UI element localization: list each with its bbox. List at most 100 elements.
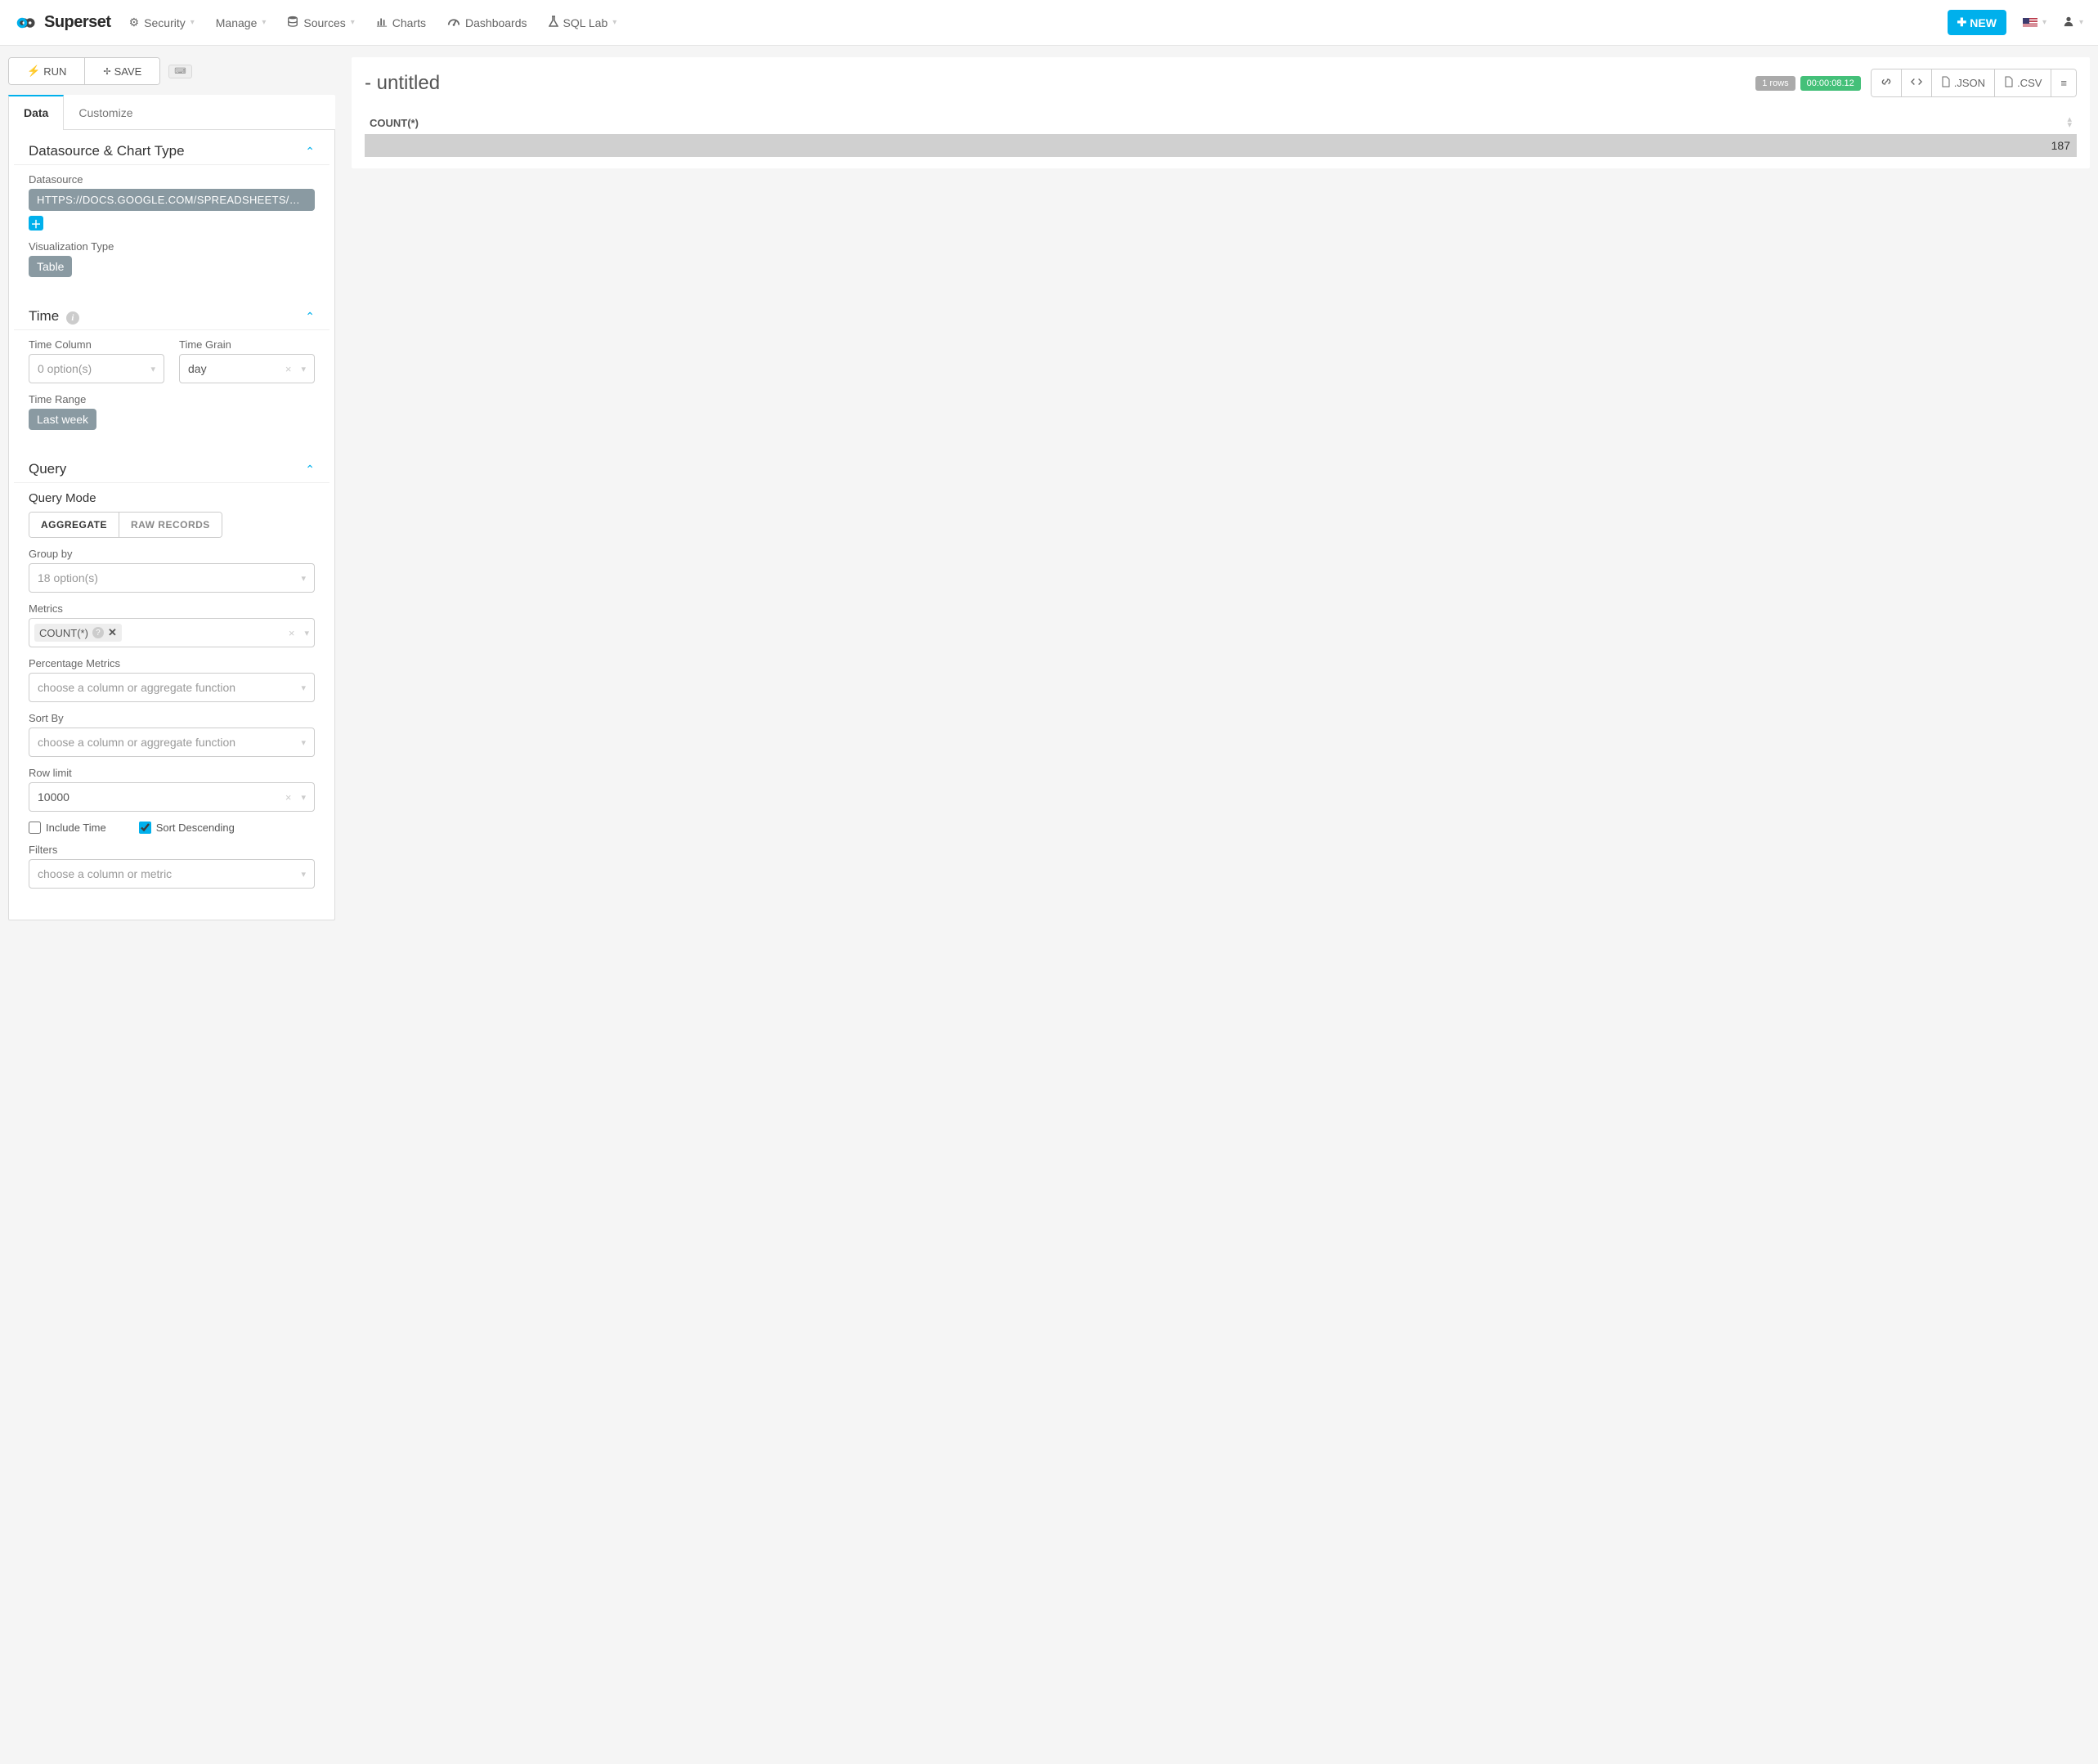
save-button-label: SAVE: [114, 65, 142, 78]
nav-dashboards-label: Dashboards: [465, 16, 527, 29]
export-csv-button[interactable]: .CSV: [1995, 69, 2051, 97]
nav-charts[interactable]: Charts: [376, 16, 426, 29]
save-button[interactable]: ✢ SAVE: [84, 58, 159, 84]
plus-icon: ✚: [1957, 16, 1967, 29]
sort-by-label: Sort By: [29, 712, 315, 724]
info-icon: i: [66, 311, 79, 325]
embed-button[interactable]: [1902, 69, 1932, 97]
result-table: COUNT(*) ▴▾ 187: [365, 112, 2077, 157]
tab-data[interactable]: Data: [8, 95, 64, 130]
nav-security[interactable]: ⚙ Security ▾: [129, 16, 195, 29]
chevron-down-icon: ▾: [301, 683, 306, 693]
json-label: .JSON: [1954, 77, 1985, 89]
time-grain-select[interactable]: day × ▾: [179, 354, 315, 383]
nav-sources[interactable]: Sources ▾: [287, 16, 354, 29]
remove-metric-icon[interactable]: ✕: [108, 626, 117, 639]
section-query-title: Query: [29, 461, 66, 477]
clear-icon[interactable]: ×: [285, 791, 292, 804]
brand-logo[interactable]: Superset: [15, 13, 111, 32]
nav-sources-label: Sources: [303, 16, 345, 29]
time-grain-value: day: [188, 362, 207, 375]
file-icon: [1941, 76, 1951, 90]
result-toolbar: .JSON .CSV ≡: [1871, 69, 2077, 97]
table-column-header[interactable]: COUNT(*): [370, 117, 419, 129]
top-navbar: Superset ⚙ Security ▾ Manage ▾ Sources ▾…: [0, 0, 2098, 46]
datasource-label: Datasource: [29, 173, 315, 186]
viztype-value-pill[interactable]: Table: [29, 256, 72, 277]
flask-icon: [549, 16, 558, 29]
nav-security-label: Security: [144, 16, 186, 29]
pct-metrics-placeholder: choose a column or aggregate function: [38, 681, 235, 694]
run-button-label: RUN: [43, 65, 66, 78]
run-button[interactable]: ⚡ RUN: [9, 58, 84, 84]
section-datasource-header[interactable]: Datasource & Chart Type ⌃: [14, 133, 329, 165]
viztype-label: Visualization Type: [29, 240, 315, 253]
export-json-button[interactable]: .JSON: [1932, 69, 1995, 97]
sort-desc-checkbox[interactable]: Sort Descending: [139, 822, 235, 834]
chevron-down-icon: ▾: [301, 737, 306, 748]
mode-aggregate-button[interactable]: AGGREGATE: [29, 513, 119, 537]
chevron-down-icon: ▾: [191, 18, 195, 27]
group-by-label: Group by: [29, 548, 315, 560]
link-icon: [1881, 76, 1892, 90]
metric-chip-label: COUNT(*): [39, 627, 88, 639]
metrics-select[interactable]: COUNT(*) ? ✕ × ▾: [29, 618, 315, 647]
query-mode-label: Query Mode: [29, 491, 315, 505]
group-by-select[interactable]: 18 option(s) ▾: [29, 563, 315, 593]
table-header-row: COUNT(*) ▴▾: [365, 112, 2077, 134]
filters-select[interactable]: choose a column or metric ▾: [29, 859, 315, 889]
tab-customize[interactable]: Customize: [64, 95, 147, 129]
clear-icon[interactable]: ×: [285, 363, 292, 375]
filters-placeholder: choose a column or metric: [38, 867, 172, 880]
clear-icon[interactable]: ×: [289, 627, 295, 639]
chevron-down-icon: ▾: [301, 364, 306, 374]
sort-by-placeholder: choose a column or aggregate function: [38, 736, 235, 749]
result-header: - untitled 1 rows 00:00:08.12 .JSON .CSV…: [365, 69, 2077, 97]
more-options-button[interactable]: ≡: [2051, 69, 2077, 97]
nav-charts-label: Charts: [392, 16, 426, 29]
nav-sqllab[interactable]: SQL Lab ▾: [549, 16, 617, 29]
chevron-down-icon: ▾: [304, 628, 309, 638]
csv-label: .CSV: [2017, 77, 2042, 89]
permalink-button[interactable]: [1871, 69, 1902, 97]
config-panel: Datasource & Chart Type ⌃ Datasource HTT…: [8, 130, 335, 920]
keyboard-shortcut-hint: ⌨: [168, 65, 191, 78]
pct-metrics-select[interactable]: choose a column or aggregate function ▾: [29, 673, 315, 702]
code-icon: [1911, 76, 1922, 90]
datasource-value-pill[interactable]: HTTPS://DOCS.GOOGLE.COM/SPREADSHEETS/D/1…: [29, 189, 315, 211]
run-save-group: ⚡ RUN ✢ SAVE: [8, 57, 160, 85]
include-time-checkbox[interactable]: Include Time: [29, 822, 106, 834]
time-range-pill[interactable]: Last week: [29, 409, 96, 430]
chevron-down-icon: ▾: [612, 18, 616, 27]
include-time-label: Include Time: [46, 822, 106, 834]
chart-title[interactable]: - untitled: [365, 72, 440, 95]
chevron-up-icon: ⌃: [305, 463, 315, 477]
row-limit-select[interactable]: 10000 × ▾: [29, 782, 315, 812]
hamburger-icon: ≡: [2060, 77, 2067, 89]
new-button-label: NEW: [1970, 16, 1997, 29]
section-time-body: Time Column 0 option(s) ▾ Time Grain day…: [9, 335, 334, 451]
language-selector[interactable]: ▾: [2023, 18, 2046, 28]
time-column-placeholder: 0 option(s): [38, 362, 92, 375]
user-menu[interactable]: ▾: [2063, 16, 2083, 29]
config-tabs: Data Customize: [8, 95, 335, 130]
chevron-down-icon: ▾: [301, 869, 306, 880]
us-flag-icon: [2023, 18, 2037, 28]
section-time-header[interactable]: Time i ⌃: [14, 298, 329, 330]
include-time-input[interactable]: [29, 822, 41, 834]
nav-dashboards[interactable]: Dashboards: [447, 16, 527, 29]
time-column-select[interactable]: 0 option(s) ▾: [29, 354, 164, 383]
sort-desc-input[interactable]: [139, 822, 151, 834]
sort-by-select[interactable]: choose a column or aggregate function ▾: [29, 728, 315, 757]
nav-items: ⚙ Security ▾ Manage ▾ Sources ▾ Charts D…: [129, 16, 617, 29]
nav-manage[interactable]: Manage ▾: [216, 16, 267, 29]
sort-icon[interactable]: ▴▾: [2067, 117, 2072, 129]
barchart-icon: [376, 16, 388, 29]
section-query-header[interactable]: Query ⌃: [14, 451, 329, 483]
filters-label: Filters: [29, 844, 315, 856]
metric-chip-count[interactable]: COUNT(*) ? ✕: [34, 624, 122, 642]
new-button[interactable]: ✚ NEW: [1948, 10, 2006, 35]
chevron-down-icon: ▾: [2042, 18, 2046, 27]
add-datasource-button[interactable]: ＋: [29, 216, 43, 231]
mode-raw-button[interactable]: RAW RECORDS: [119, 513, 222, 537]
